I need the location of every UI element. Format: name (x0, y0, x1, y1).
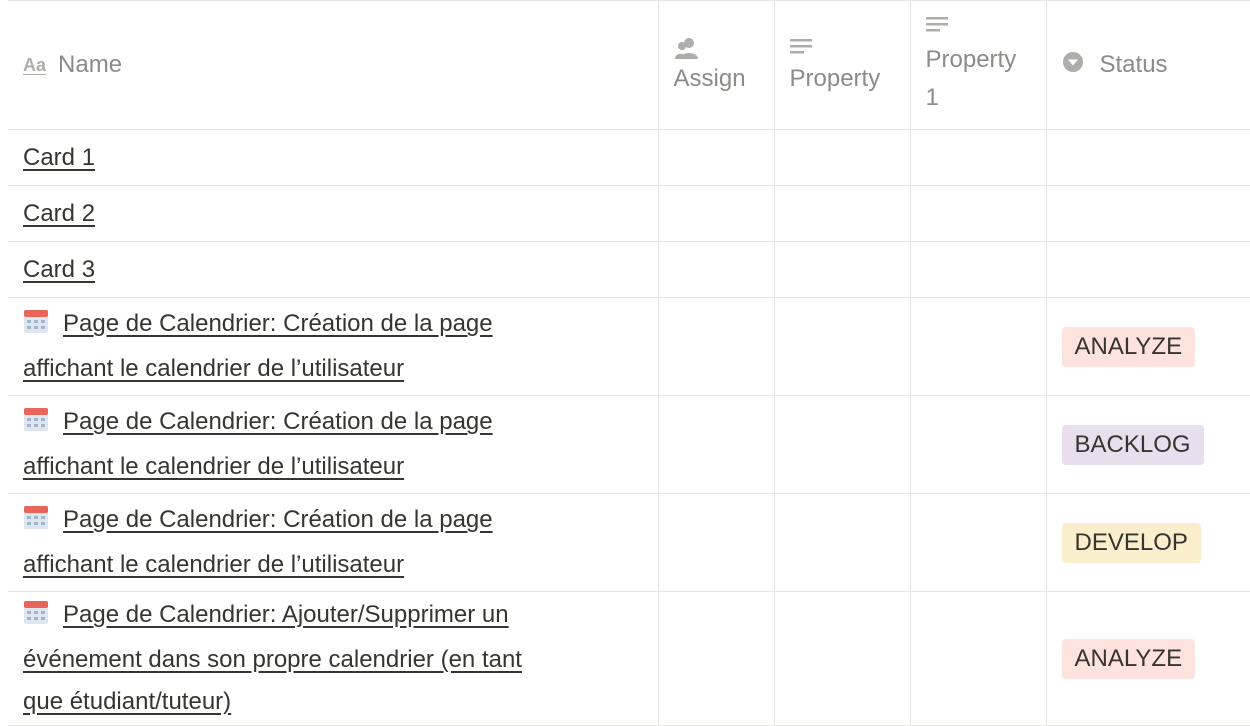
database-table: Aa Name Assign Property Property 1 Statu… (8, 0, 1250, 726)
name-cell[interactable]: Page de Calendrier: Création de la page a… (8, 297, 659, 396)
property-1-cell[interactable] (909, 591, 1047, 726)
property-1-cell[interactable] (909, 129, 1047, 186)
property-1-cell[interactable] (909, 241, 1047, 298)
name-cell[interactable]: Card 2 (8, 185, 659, 242)
assign-cell[interactable] (657, 241, 775, 298)
page-link[interactable]: Page de Calendrier: Création de la page a… (23, 506, 493, 578)
column-header-label-line2: 1 (925, 84, 939, 111)
table-row[interactable]: Page de Calendrier: Ajouter/Supprimer un… (8, 591, 1250, 726)
column-header-property[interactable]: Property (773, 0, 911, 130)
column-header-label: Name (58, 51, 123, 78)
property-cell[interactable] (773, 129, 911, 186)
property-1-cell[interactable] (909, 297, 1047, 396)
assign-cell[interactable] (657, 297, 775, 396)
name-cell[interactable]: Page de Calendrier: Création de la page a… (8, 493, 659, 592)
calendar-icon (23, 502, 49, 544)
column-header-label: Status (1099, 51, 1168, 78)
page-link[interactable]: Page de Calendrier: Création de la page a… (23, 408, 493, 480)
page-link[interactable]: Card 2 (23, 200, 95, 227)
table-row[interactable]: Page de Calendrier: Création de la page a… (8, 395, 1250, 494)
status-cell[interactable] (1045, 129, 1250, 186)
assign-cell[interactable] (657, 185, 775, 242)
page-link[interactable]: Page de Calendrier: Création de la page a… (23, 310, 493, 382)
status-cell[interactable]: DEVELOP (1045, 493, 1250, 592)
text-type-icon: Aa (23, 54, 47, 75)
table-row[interactable]: Card 1 (8, 129, 1250, 186)
page-link[interactable]: Card 3 (23, 256, 95, 283)
text-lines-icon (789, 35, 910, 63)
column-header-name[interactable]: Aa Name (8, 0, 659, 130)
column-header-label: Property (789, 65, 881, 92)
status-badge[interactable]: ANALYZE (1061, 638, 1196, 679)
calendar-icon (23, 404, 49, 446)
status-badge[interactable]: ANALYZE (1061, 326, 1196, 367)
property-1-cell[interactable] (909, 395, 1047, 494)
status-cell[interactable]: ANALYZE (1045, 297, 1250, 396)
property-cell[interactable] (773, 591, 911, 726)
property-cell[interactable] (773, 185, 911, 242)
table-row[interactable]: Page de Calendrier: Création de la page a… (8, 297, 1250, 396)
name-cell[interactable]: Card 1 (8, 129, 659, 186)
page-link[interactable]: Card 1 (23, 144, 95, 171)
property-cell[interactable] (773, 297, 911, 396)
calendar-icon (23, 597, 49, 639)
property-1-cell[interactable] (909, 185, 1047, 242)
table-row[interactable]: Card 2 (8, 185, 1250, 242)
status-cell[interactable] (1045, 185, 1250, 242)
column-header-label: Assign (673, 65, 746, 92)
name-cell[interactable]: Card 3 (8, 241, 659, 298)
page-link[interactable]: Page de Calendrier: Ajouter/Supprimer un… (23, 601, 522, 715)
column-header-label: Property (925, 46, 1017, 73)
name-cell[interactable]: Page de Calendrier: Ajouter/Supprimer un… (8, 591, 659, 726)
status-badge[interactable]: DEVELOP (1061, 522, 1201, 563)
status-badge[interactable]: BACKLOG (1061, 424, 1204, 465)
table-header-row: Aa Name Assign Property Property 1 Statu… (8, 0, 1250, 130)
assign-cell[interactable] (657, 129, 775, 186)
property-cell[interactable] (773, 241, 911, 298)
status-cell[interactable] (1045, 241, 1250, 298)
name-cell[interactable]: Page de Calendrier: Création de la page a… (8, 395, 659, 494)
assign-cell[interactable] (657, 493, 775, 592)
table-row[interactable]: Card 3 (8, 241, 1250, 298)
assign-cell[interactable] (657, 395, 775, 494)
property-cell[interactable] (773, 493, 911, 592)
property-cell[interactable] (773, 395, 911, 494)
property-1-cell[interactable] (909, 493, 1047, 592)
column-header-property-1[interactable]: Property 1 (909, 0, 1047, 130)
table-row[interactable]: Page de Calendrier: Création de la page a… (8, 493, 1250, 592)
select-dropdown-icon (1062, 51, 1100, 80)
column-header-assign[interactable]: Assign (657, 0, 775, 130)
person-icon (674, 35, 774, 63)
text-lines-icon (925, 13, 1046, 41)
column-header-status[interactable]: Status (1045, 0, 1250, 130)
status-cell[interactable]: ANALYZE (1045, 591, 1250, 726)
status-cell[interactable]: BACKLOG (1045, 395, 1250, 494)
calendar-icon (23, 306, 49, 348)
assign-cell[interactable] (657, 591, 775, 726)
